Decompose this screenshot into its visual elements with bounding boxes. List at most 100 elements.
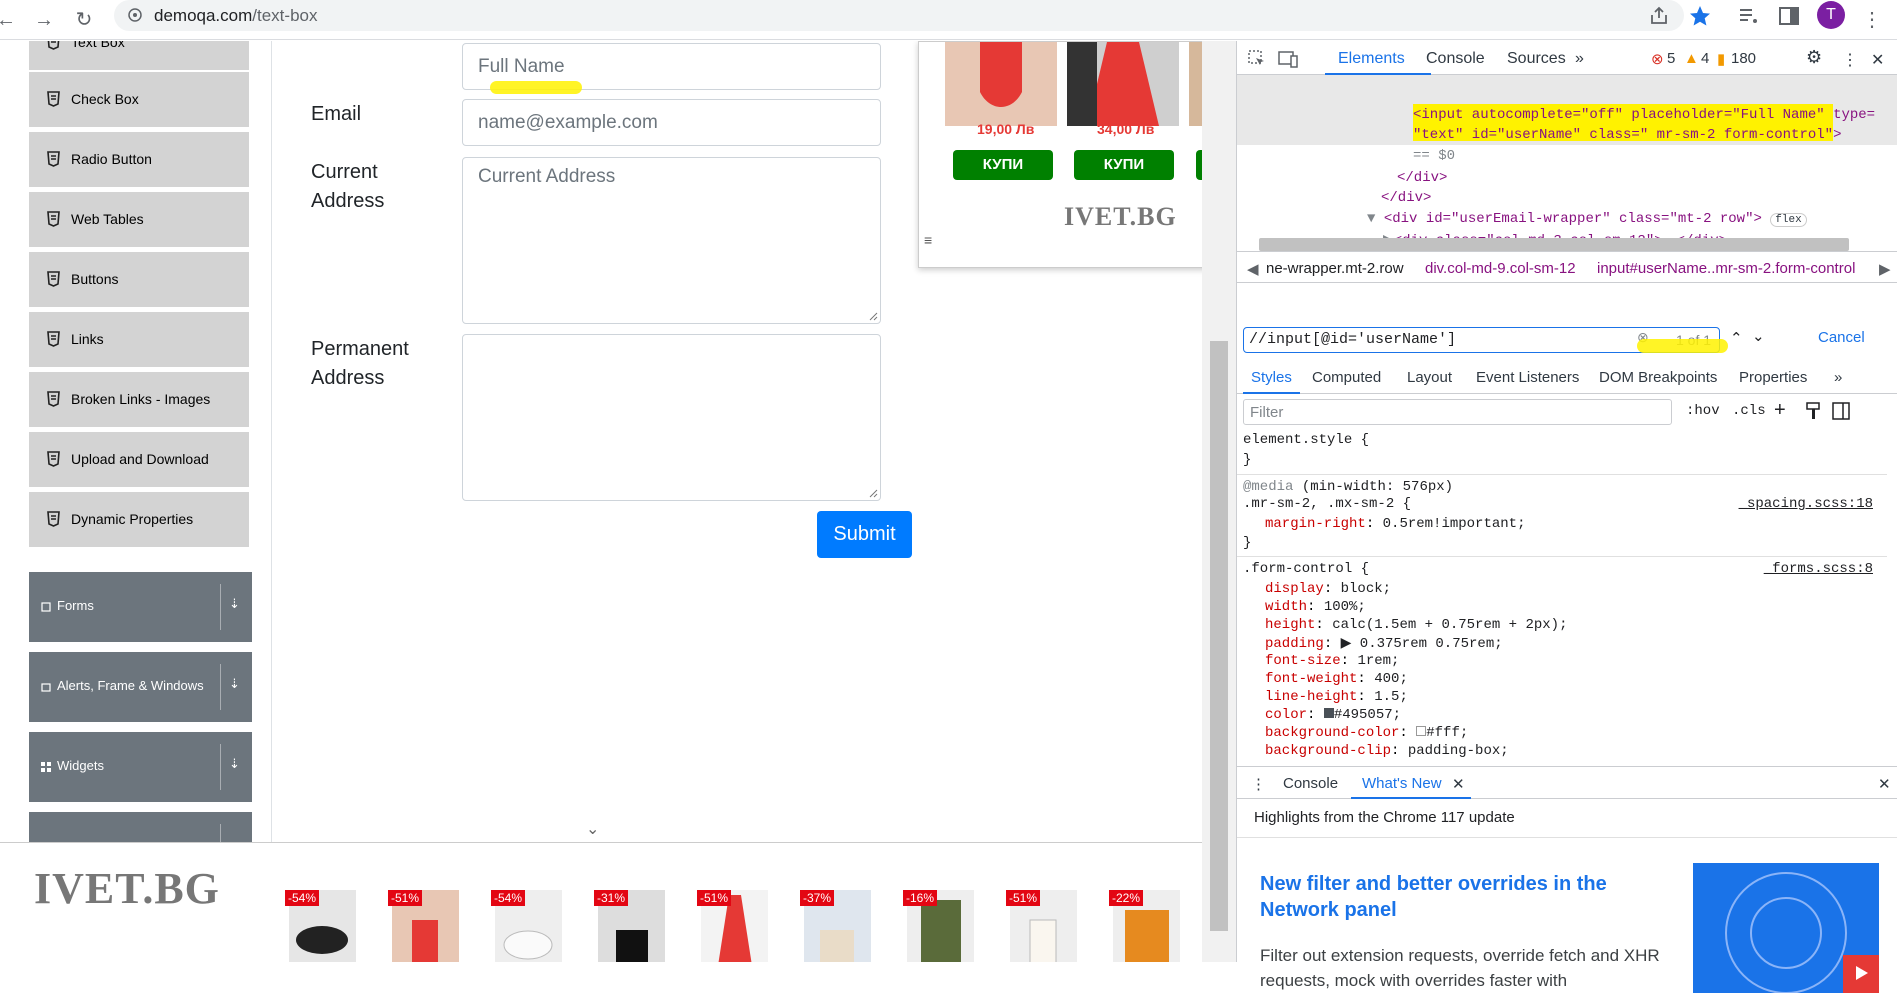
close-icon[interactable]: ✕ (1452, 775, 1465, 793)
group-alerts-frame-windows[interactable]: Alerts, Frame & Windows ⇣ (29, 652, 252, 722)
sidebar-item-dynamic-properties[interactable]: Dynamic Properties (29, 492, 249, 548)
whats-new-video-thumbnail[interactable] (1693, 863, 1879, 993)
forward-icon[interactable]: → (30, 6, 58, 34)
hov-button[interactable]: :hov (1686, 403, 1720, 419)
ad-product-image[interactable] (1189, 42, 1202, 126)
close-icon[interactable]: ✕ (1871, 50, 1884, 70)
address-bar[interactable]: demoqa.com/text-box (114, 0, 1684, 31)
whats-new-title-link[interactable]: New filter and better overrides in the N… (1260, 871, 1660, 923)
banner-product[interactable]: -54% (285, 890, 356, 962)
banner-product[interactable]: -37% (800, 890, 871, 962)
device-toolbar-icon[interactable] (1277, 49, 1299, 69)
sidebar-toggle-icon[interactable] (1832, 402, 1850, 420)
current-address-textarea[interactable]: Current Address (462, 157, 881, 324)
tab-layout[interactable]: Layout (1407, 369, 1452, 386)
dom-node-line[interactable]: </div> (1397, 170, 1447, 186)
ad-banner[interactable]: IVET.BG -54% -51% -54% -31% -51% -37% -1… (0, 842, 1202, 962)
inspect-element-icon[interactable] (1247, 49, 1267, 69)
tab-properties[interactable]: Properties (1739, 369, 1807, 386)
ad-box[interactable]: 19,00 Лв 34,00 Лв КУПИ КУПИ IVET.BG ≡ (918, 41, 1202, 268)
add-rule-icon[interactable]: + (1774, 399, 1786, 422)
profile-avatar[interactable]: T (1817, 1, 1845, 29)
css-declaration[interactable]: background-clip: padding-box; (1265, 743, 1509, 759)
dom-node-line[interactable]: <input autocomplete="off" placeholder="F… (1413, 107, 1875, 123)
css-declaration[interactable]: margin-right: 0.5rem!important; (1265, 516, 1525, 532)
drawer-tab-console[interactable]: Console (1283, 775, 1338, 792)
sidebar-item-text-box[interactable]: Text Box (29, 41, 249, 71)
banner-product[interactable]: -16% (903, 890, 974, 962)
error-count[interactable]: 5 (1667, 50, 1675, 67)
bookmark-star-icon[interactable] (1688, 4, 1712, 28)
group-widgets[interactable]: Widgets ⇣ (29, 732, 252, 802)
breadcrumb-item[interactable]: div.col-md-9.col-sm-12 (1425, 260, 1576, 277)
cls-button[interactable]: .cls (1732, 403, 1766, 419)
css-declaration[interactable]: line-height: 1.5; (1265, 689, 1408, 705)
css-declaration[interactable]: font-size: 1rem; (1265, 653, 1399, 669)
banner-product[interactable]: -51% (697, 890, 768, 962)
permanent-address-textarea[interactable] (462, 334, 881, 501)
submit-button[interactable]: Submit (817, 511, 912, 558)
ad-menu-icon[interactable]: ≡ (924, 232, 932, 248)
ad-buy-button[interactable]: КУПИ (1074, 150, 1174, 180)
ad-buy-button[interactable]: КУПИ (953, 150, 1053, 180)
gear-icon[interactable]: ⚙ (1806, 47, 1822, 68)
ad-product-image[interactable] (945, 42, 1057, 126)
css-declaration[interactable]: height: calc(1.5em + 0.75rem + 2px); (1265, 617, 1567, 633)
kebab-menu-icon[interactable]: ⋮ (1842, 50, 1858, 70)
sidebar-item-links[interactable]: Links (29, 312, 249, 368)
css-declaration[interactable]: display: block; (1265, 581, 1391, 597)
chevron-up-icon[interactable]: ⌃ (1730, 329, 1743, 347)
sidebar-item-upload-download[interactable]: Upload and Download (29, 432, 249, 488)
breadcrumb-item[interactable]: ne-wrapper.mt-2.row (1266, 260, 1404, 277)
banner-product[interactable]: -31% (594, 890, 665, 962)
banner-product[interactable]: -51% (388, 890, 459, 962)
banner-product[interactable]: -22% (1109, 890, 1180, 962)
color-swatch[interactable] (1323, 708, 1334, 718)
resize-grip-icon[interactable] (868, 488, 878, 498)
email-input[interactable]: name@example.com (462, 99, 881, 146)
tab-styles[interactable]: Styles (1251, 369, 1292, 386)
reading-list-icon[interactable] (1736, 4, 1760, 28)
paint-brush-icon[interactable] (1805, 402, 1821, 420)
rule-selector[interactable]: .mr-sm-2, .mx-sm-2 { (1243, 496, 1411, 512)
rule-source-link[interactable]: _forms.scss:8 (1764, 561, 1873, 577)
breadcrumb-item[interactable]: input#userName..mr-sm-2.form-control (1597, 260, 1855, 277)
rule-selector[interactable]: .form-control { (1243, 561, 1369, 577)
crumb-left-icon[interactable]: ◀ (1247, 260, 1259, 278)
chevron-down-icon[interactable]: ⌄ (1752, 327, 1765, 345)
kebab-menu-icon[interactable]: ⋮ (1251, 775, 1266, 793)
sidebar-item-radio-button[interactable]: Radio Button (29, 132, 249, 188)
more-tabs-icon[interactable]: » (1834, 369, 1842, 386)
browser-menu-icon[interactable]: ⋮ (1858, 6, 1886, 34)
group-forms[interactable]: Forms ⇣ (29, 572, 252, 642)
more-tabs-icon[interactable]: » (1575, 50, 1584, 68)
sidebar-item-check-box[interactable]: Check Box (29, 72, 249, 128)
flex-badge[interactable]: flex (1770, 213, 1807, 227)
dom-node-line[interactable]: "text" id="userName" class=" mr-sm-2 for… (1413, 127, 1841, 143)
side-panel-icon[interactable] (1777, 4, 1801, 28)
tab-computed[interactable]: Computed (1312, 369, 1381, 386)
sidebar-item-broken-links[interactable]: Broken Links - Images (29, 372, 249, 428)
cancel-search-button[interactable]: Cancel (1818, 329, 1865, 346)
dom-node-line[interactable]: </div> (1381, 190, 1431, 206)
banner-product[interactable]: -54% (491, 890, 562, 962)
chevron-down-icon[interactable]: ⌄ (586, 819, 599, 839)
tab-event-listeners[interactable]: Event Listeners (1476, 369, 1579, 386)
dom-node-line[interactable]: ▼ <div id="userEmail-wrapper" class="mt-… (1367, 211, 1807, 227)
ad-product-image[interactable] (1067, 42, 1179, 126)
css-declaration[interactable]: padding: ▶ 0.375rem 0.75rem; (1265, 635, 1503, 652)
reload-icon[interactable]: ↻ (70, 6, 98, 34)
sidebar-item-buttons[interactable]: Buttons (29, 252, 249, 308)
tab-dom-breakpoints[interactable]: DOM Breakpoints (1599, 369, 1717, 386)
banner-product[interactable]: -51% (1006, 890, 1077, 962)
tab-sources[interactable]: Sources (1507, 50, 1566, 68)
css-declaration[interactable]: font-weight: 400; (1265, 671, 1408, 687)
tab-elements[interactable]: Elements (1338, 50, 1405, 68)
rule-selector[interactable]: element.style { (1243, 432, 1369, 448)
css-declaration[interactable]: background-color: #fff; (1265, 725, 1468, 741)
share-icon[interactable] (1647, 4, 1671, 28)
crumb-right-icon[interactable]: ▶ (1879, 260, 1891, 278)
sidebar-item-web-tables[interactable]: Web Tables (29, 192, 249, 248)
issues-count[interactable]: 180 (1731, 50, 1756, 67)
close-drawer-icon[interactable]: ✕ (1878, 775, 1891, 793)
